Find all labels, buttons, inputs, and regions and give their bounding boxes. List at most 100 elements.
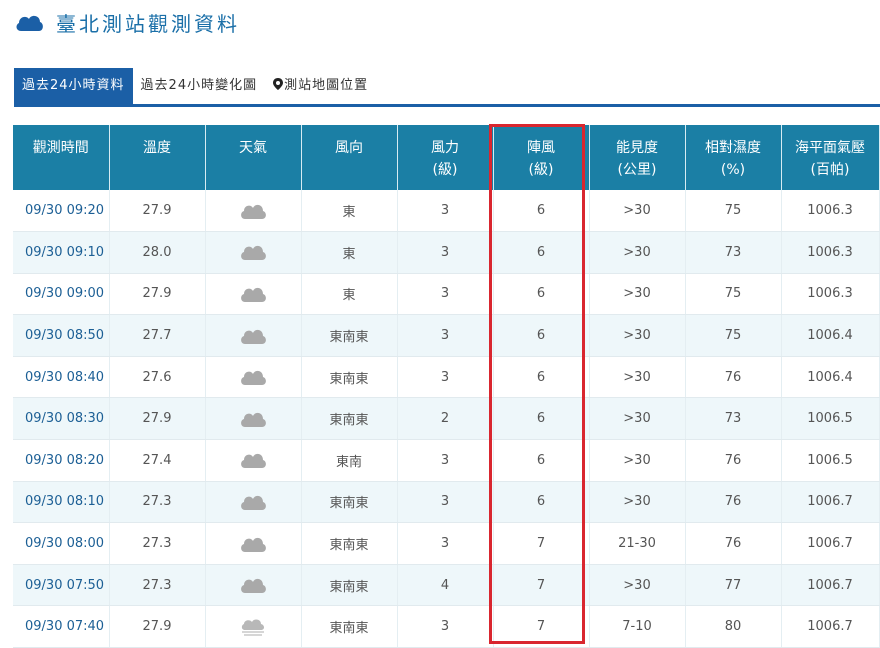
cloudy-icon xyxy=(241,454,266,469)
cell-wind-force: 3 xyxy=(397,481,494,524)
col-header-visibility: 能見度 (公里) xyxy=(589,125,686,190)
cell-temperature: 27.3 xyxy=(109,564,206,607)
cell-obs-time: 09/30 09:00 xyxy=(13,273,110,316)
tab-label: 過去24小時資料 xyxy=(22,78,125,93)
cell-weather xyxy=(205,397,302,441)
cell-gust: 7 xyxy=(493,605,590,648)
cell-pressure: 1006.7 xyxy=(781,564,880,607)
cell-gust: 6 xyxy=(493,481,590,524)
cell-pressure: 1006.4 xyxy=(781,314,880,357)
cell-temperature: 27.9 xyxy=(109,605,206,648)
col-header-humidity: 相對濕度 (%) xyxy=(685,125,782,190)
tab-past-24h-chart[interactable]: 過去24小時變化圖 xyxy=(133,68,266,104)
cell-pressure: 1006.3 xyxy=(781,190,880,233)
cloudy-icon xyxy=(241,371,266,386)
cell-pressure: 1006.7 xyxy=(781,481,880,524)
cell-wind-force: 3 xyxy=(397,314,494,357)
cell-wind-force: 2 xyxy=(397,397,494,441)
map-pin-icon xyxy=(273,78,284,90)
cell-gust: 6 xyxy=(493,190,590,233)
cell-humidity: 73 xyxy=(685,397,782,441)
table-row: 09/30 09:10 28.0 東 3 6 >30 73 1006.3 xyxy=(13,231,880,274)
cell-temperature: 27.3 xyxy=(109,522,206,565)
tab-past-24h-data[interactable]: 過去24小時資料 xyxy=(14,68,133,104)
fog-icon xyxy=(241,619,264,636)
tab-bar: 過去24小時資料 過去24小時變化圖 測站地圖位置 xyxy=(14,66,880,107)
tab-label: 過去24小時變化圖 xyxy=(140,78,258,93)
table-row: 09/30 07:40 27.9 東南東 3 7 7-10 80 1006.7 xyxy=(13,605,880,648)
cell-visibility: >30 xyxy=(589,273,686,316)
cell-visibility: 7-10 xyxy=(589,605,686,648)
cell-humidity: 73 xyxy=(685,231,782,274)
col-header-pressure: 海平面氣壓 (百帕) xyxy=(781,125,880,190)
cell-weather xyxy=(205,314,302,357)
cell-gust: 6 xyxy=(493,231,590,274)
tab-label: 測站地圖位置 xyxy=(284,78,369,93)
cell-obs-time: 09/30 08:20 xyxy=(13,439,110,482)
cell-visibility: >30 xyxy=(589,356,686,399)
cell-temperature: 27.9 xyxy=(109,190,206,233)
cell-visibility: >30 xyxy=(589,439,686,482)
cell-humidity: 76 xyxy=(685,522,782,565)
table-row: 09/30 08:30 27.9 東南東 2 6 >30 73 1006.5 xyxy=(13,397,880,441)
cell-wind-direction: 東 xyxy=(301,231,398,274)
cell-weather xyxy=(205,231,302,274)
cell-weather xyxy=(205,481,302,524)
cell-temperature: 27.9 xyxy=(109,273,206,316)
tab-station-map[interactable]: 測站地圖位置 xyxy=(265,68,376,104)
cloudy-icon xyxy=(241,287,266,302)
cell-humidity: 75 xyxy=(685,190,782,233)
table-body: 09/30 09:20 27.9 東 3 6 >30 75 1006.3 09/30 09:10… xyxy=(13,190,880,648)
cloud-icon xyxy=(16,15,43,31)
cell-gust: 6 xyxy=(493,439,590,482)
page-title: 臺北測站觀測資料 xyxy=(56,11,240,36)
cell-weather xyxy=(205,605,302,648)
table-row: 09/30 09:20 27.9 東 3 6 >30 75 1006.3 xyxy=(13,190,880,233)
cell-wind-force: 3 xyxy=(397,231,494,274)
cell-humidity: 76 xyxy=(685,481,782,524)
cell-obs-time: 09/30 08:50 xyxy=(13,314,110,357)
table-row: 09/30 08:10 27.3 東南東 3 6 >30 76 1006.7 xyxy=(13,481,880,524)
col-header-weather: 天氣 xyxy=(205,125,302,190)
cell-temperature: 28.0 xyxy=(109,231,206,274)
cell-pressure: 1006.5 xyxy=(781,397,880,441)
observation-table: 觀測時間 溫度 天氣 風向 風力 (級) 陣風 (級) 能見度 (公里) 相對濕… xyxy=(13,125,880,648)
cell-humidity: 77 xyxy=(685,564,782,607)
cell-wind-direction: 東南東 xyxy=(301,605,398,648)
cell-visibility: >30 xyxy=(589,397,686,441)
table-header-row: 觀測時間 溫度 天氣 風向 風力 (級) 陣風 (級) 能見度 (公里) 相對濕… xyxy=(13,125,880,190)
table-row: 09/30 08:50 27.7 東南東 3 6 >30 75 1006.4 xyxy=(13,314,880,357)
cell-wind-direction: 東南東 xyxy=(301,314,398,357)
cell-visibility: >30 xyxy=(589,190,686,233)
cell-humidity: 76 xyxy=(685,356,782,399)
page-header: 臺北測站觀測資料 xyxy=(14,6,240,38)
cell-pressure: 1006.7 xyxy=(781,605,880,648)
cell-obs-time: 09/30 09:10 xyxy=(13,231,110,274)
col-header-time: 觀測時間 xyxy=(13,125,110,190)
cell-temperature: 27.3 xyxy=(109,481,206,524)
table-row: 09/30 08:40 27.6 東南東 3 6 >30 76 1006.4 xyxy=(13,356,880,399)
cell-obs-time: 09/30 08:30 xyxy=(13,397,110,441)
cell-pressure: 1006.4 xyxy=(781,356,880,399)
table-row: 09/30 08:20 27.4 東南 3 6 >30 76 1006.5 xyxy=(13,439,880,482)
cell-visibility: >30 xyxy=(589,314,686,357)
table-row: 09/30 08:00 27.3 東南東 3 7 21-30 76 1006.7 xyxy=(13,522,880,565)
cell-gust: 6 xyxy=(493,273,590,316)
cloudy-icon xyxy=(241,579,266,594)
cloudy-icon xyxy=(241,495,266,510)
cell-wind-force: 3 xyxy=(397,273,494,316)
cell-temperature: 27.6 xyxy=(109,356,206,399)
cell-pressure: 1006.7 xyxy=(781,522,880,565)
cell-wind-force: 3 xyxy=(397,605,494,648)
cell-pressure: 1006.3 xyxy=(781,273,880,316)
cell-weather xyxy=(205,356,302,399)
cell-obs-time: 09/30 09:20 xyxy=(13,190,110,233)
cell-pressure: 1006.3 xyxy=(781,231,880,274)
cell-humidity: 75 xyxy=(685,314,782,357)
cell-obs-time: 09/30 07:40 xyxy=(13,605,110,648)
col-header-wind-direction: 風向 xyxy=(301,125,398,190)
cell-wind-direction: 東南東 xyxy=(301,481,398,524)
cell-wind-direction: 東 xyxy=(301,190,398,233)
cell-weather xyxy=(205,564,302,607)
cell-wind-direction: 東南 xyxy=(301,439,398,482)
